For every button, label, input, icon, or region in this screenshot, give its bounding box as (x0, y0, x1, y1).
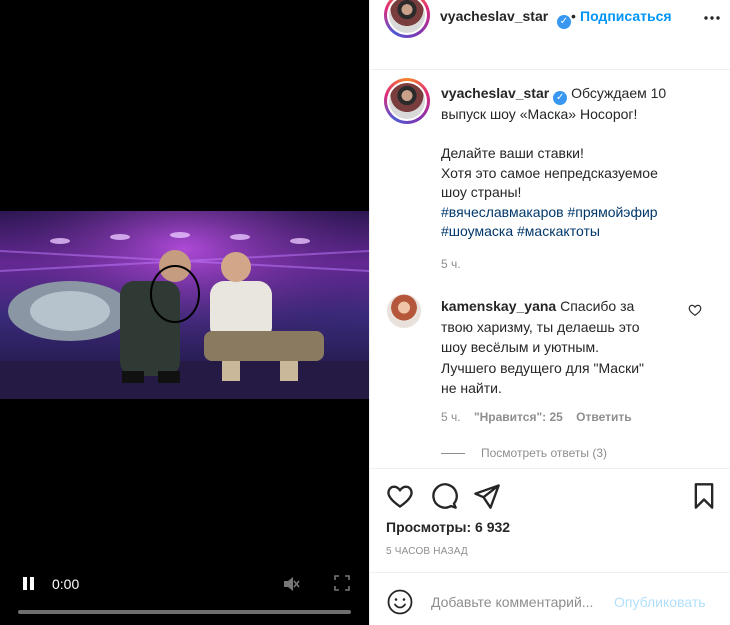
hashtag-link[interactable]: #прямойэфир (568, 204, 658, 220)
heart-icon[interactable] (386, 482, 414, 510)
hashtag-link[interactable]: #маскактоты (517, 223, 600, 239)
caption-timestamp: 5 ч. (441, 257, 461, 271)
author-avatar[interactable] (384, 0, 430, 38)
separator-dot: • (571, 8, 576, 24)
caption-first-line: vyacheslav_star ✓ Обсуждаем 10 (441, 84, 711, 105)
view-replies-button[interactable]: Посмотреть ответы (3) (441, 446, 607, 460)
comment-meta: 5 ч. "Нравится": 25 Ответить (441, 410, 642, 424)
comment-input[interactable]: Добавьте комментарий... (431, 594, 593, 610)
comment-composer: Добавьте комментарий... Опубликовать (370, 572, 730, 625)
caption-username[interactable]: vyacheslav_star (441, 85, 549, 101)
verified-icon: ✓ (553, 91, 568, 105)
video-time: 0:00 (52, 576, 80, 592)
comment-icon[interactable] (430, 482, 458, 510)
caption-text-5: шоу страны! (441, 184, 522, 200)
comment-text-4: не найти. (441, 380, 502, 396)
verified-icon: ✓ (553, 9, 571, 29)
reply-button[interactable]: Ответить (576, 410, 631, 424)
commenter-avatar[interactable] (387, 294, 421, 328)
comment-text-0: Спасибо за (560, 298, 635, 314)
caption-text-1: выпуск шоу «Маска» Носорог! (441, 106, 638, 122)
comment-text-3: Лучшего ведущего для "Маски" (441, 359, 644, 376)
comment-likes[interactable]: "Нравится": 25 (474, 410, 563, 424)
comment-first-line: kamenskay_yana Спасибо за (441, 296, 676, 317)
caption-avatar[interactable] (384, 78, 430, 124)
pause-icon[interactable] (22, 577, 36, 591)
view-replies-label: Посмотреть ответы (3) (481, 446, 608, 460)
post-age: 5 ЧАСОВ НАЗАД (386, 546, 468, 557)
author-username[interactable]: vyacheslav_star (440, 8, 548, 24)
video-player[interactable]: 0:00 (0, 0, 369, 625)
share-icon[interactable] (473, 482, 501, 510)
comment: kamenskay_yana Спасибо за твою харизму, … (441, 296, 676, 399)
bookmark-icon[interactable] (690, 482, 718, 510)
caption-text-4: Хотя это самое непредсказуемое (441, 164, 658, 181)
mute-icon[interactable] (282, 575, 300, 593)
video-controls: 0:00 (0, 565, 369, 625)
hashtag-link[interactable]: #вячеславмакаров (441, 204, 564, 220)
comment-text-1: твою харизму, ты делаешь это (441, 318, 640, 335)
video-progress[interactable] (18, 610, 351, 614)
comment-text-2: шоу весёлым и уютным. (441, 339, 599, 355)
commenter-username[interactable]: kamenskay_yana (441, 298, 556, 314)
comment-like-icon[interactable] (688, 303, 702, 317)
hashtag-link[interactable]: #шоумаска (441, 223, 513, 239)
post-header: vyacheslav_star ✓ • Подписаться (370, 0, 730, 70)
more-icon[interactable] (702, 8, 722, 28)
fullscreen-icon[interactable] (334, 575, 350, 591)
video-still (0, 211, 369, 399)
views-count[interactable]: Просмотры: 6 932 (386, 519, 510, 535)
post-caption: vyacheslav_star ✓ Обсуждаем 10 выпуск шоу… (441, 84, 711, 242)
follow-button[interactable]: Подписаться (580, 8, 672, 24)
publish-button[interactable]: Опубликовать (614, 594, 706, 610)
replies-rule (441, 453, 465, 455)
hashtag-line-1: #вячеславмакаров #прямойэфир (441, 203, 711, 223)
caption-text-2 (441, 125, 711, 145)
post-side-panel: vyacheslav_star ✓ • Подписаться vyachesl… (369, 0, 730, 625)
hashtag-line-2: #шоумаска #маскактоты (441, 222, 711, 242)
comment-timestamp: 5 ч. (441, 410, 461, 424)
caption-text-3: Делайте ваши ставки! (441, 145, 584, 161)
caption-text-0: Обсуждаем 10 (571, 85, 667, 101)
post-actions: Просмотры: 6 932 5 ЧАСОВ НАЗАД (370, 468, 730, 572)
video-frame[interactable] (0, 211, 369, 399)
emoji-icon[interactable] (387, 589, 413, 615)
